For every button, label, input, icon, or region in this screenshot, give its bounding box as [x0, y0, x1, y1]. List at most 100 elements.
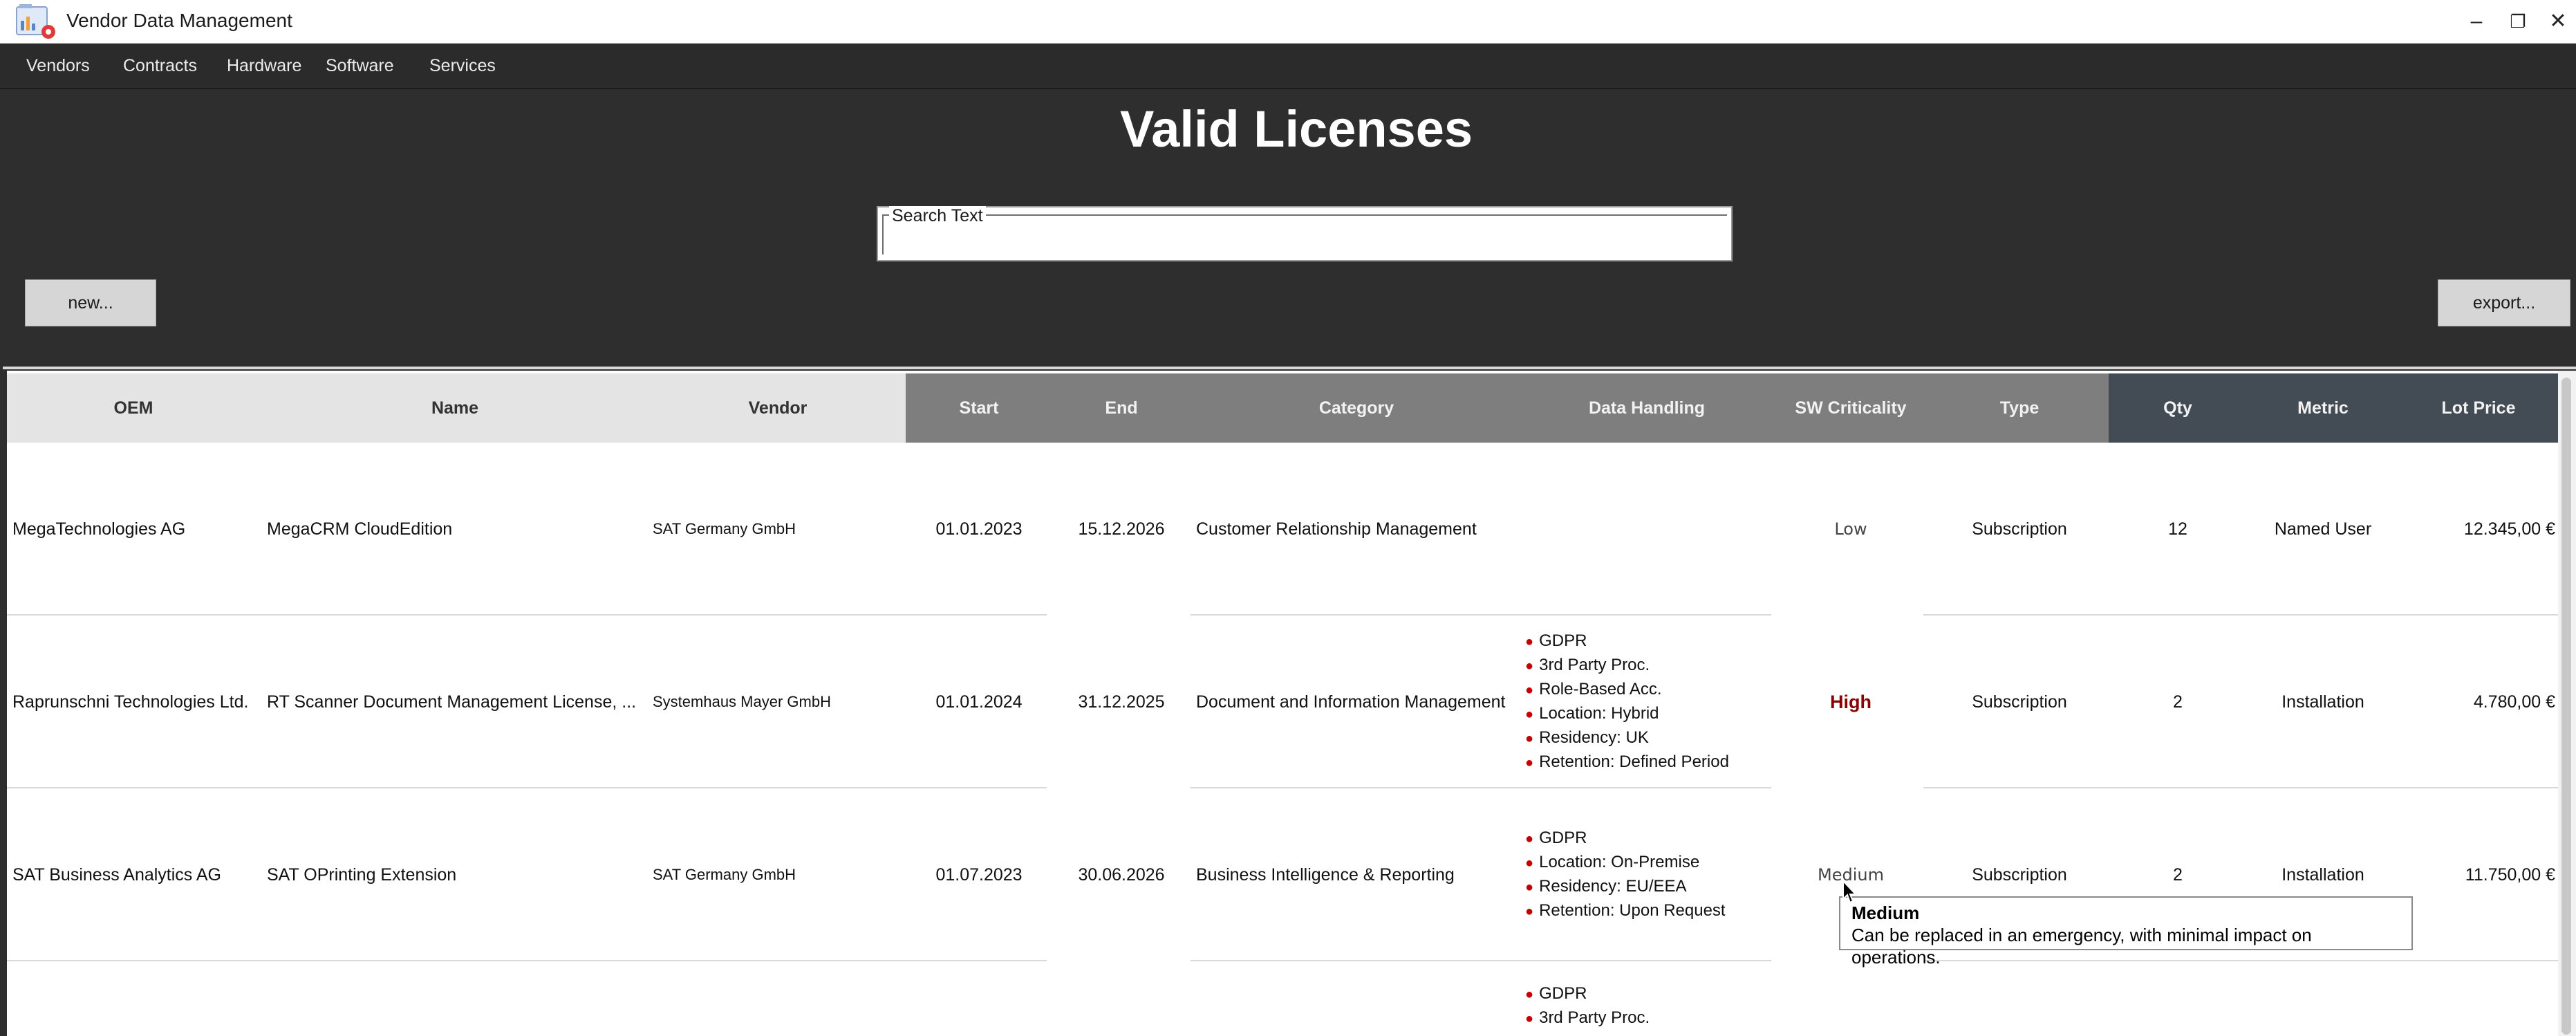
- search-frame-line: [882, 214, 1727, 216]
- bullet-icon: ●: [1525, 855, 1534, 871]
- cell-end: 30.06.2026: [1078, 864, 1165, 885]
- menu-item-software[interactable]: Software: [326, 44, 394, 88]
- cell-end: 31.12.2025: [1078, 692, 1165, 712]
- bullet-icon: ●: [1525, 831, 1534, 847]
- column-header-vendor[interactable]: Vendor: [650, 373, 906, 443]
- bullet-icon: ●: [1525, 904, 1534, 919]
- cell-vendor: SAT Germany GmbH: [653, 520, 796, 537]
- column-header-start[interactable]: Start: [906, 373, 1052, 443]
- bullet-icon: ●: [1525, 707, 1534, 722]
- cell-category: Customer Relationship Management: [1196, 519, 1477, 539]
- bullet-icon: ●: [1525, 634, 1534, 649]
- minimize-button[interactable]: –: [2456, 6, 2497, 37]
- data-handling-list: ● GDPR ● Location: On-Premise ● Residency: …: [1525, 826, 1726, 923]
- search-input[interactable]: Search Text: [877, 206, 1733, 261]
- data-handling-list: ● GDPR ● 3rd Party Proc. ● Role-Based Acc. …: [1525, 629, 1729, 775]
- mouse-cursor-icon: [1842, 880, 1858, 904]
- cell-name: RT Scanner Document Management License, …: [267, 692, 637, 712]
- data-handling-item: ● Residency: UK: [1525, 728, 1649, 747]
- cell-data-handling: [1525, 443, 1771, 616]
- cell-metric: Named User: [2274, 519, 2372, 539]
- tooltip-title: Medium: [1851, 903, 1920, 923]
- table-row[interactable]: MegaTechnologies AG MegaCRM CloudEdition…: [7, 443, 2558, 616]
- cell-start: 01.01.2023: [935, 519, 1023, 539]
- cell-oem: MegaTechnologies AG: [12, 519, 186, 539]
- bullet-icon: ●: [1525, 880, 1534, 895]
- cell-category: Business Intelligence & Reporting: [1196, 864, 1455, 885]
- cell-oem: Raprunschni Technologies Ltd.: [12, 692, 249, 712]
- column-header-name[interactable]: Name: [260, 373, 650, 443]
- table-row[interactable]: ● GDPR ● 3rd Party Proc.: [7, 961, 2558, 1036]
- cell-name: MegaCRM CloudEdition: [267, 519, 453, 539]
- data-handling-item: ● Retention: Upon Request: [1525, 901, 1726, 920]
- search-label: Search Text: [889, 206, 986, 226]
- cell-vendor: Systemhaus Mayer GmbH: [653, 693, 831, 710]
- cell-data-handling: ● GDPR ● 3rd Party Proc. ● Role-Based Acc. …: [1525, 616, 1771, 788]
- search-frame-line-left: [882, 214, 884, 255]
- menu-bar: Vendors Contracts Hardware Software Serv…: [0, 44, 2576, 89]
- cell-category: Document and Information Management: [1196, 692, 1506, 712]
- table-row[interactable]: Raprunschni Technologies Ltd. RT Scanner…: [7, 616, 2558, 788]
- cell-qty: 12: [2168, 519, 2187, 539]
- data-handling-item: ● GDPR: [1525, 829, 1587, 847]
- restore-button[interactable]: ❐: [2497, 6, 2539, 37]
- data-handling-item: ● Role-Based Acc.: [1525, 680, 1662, 699]
- column-header-oem[interactable]: OEM: [7, 373, 260, 443]
- menu-item-services[interactable]: Services: [429, 44, 496, 88]
- menu-item-vendors[interactable]: Vendors: [26, 44, 90, 88]
- bullet-icon: ●: [1525, 755, 1534, 770]
- tooltip-body: Can be replaced in an emergency, with mi…: [1851, 925, 2312, 968]
- column-header-end[interactable]: End: [1052, 373, 1191, 443]
- window-titlebar: Vendor Data Management – ❐ ✕: [0, 0, 2576, 44]
- data-handling-item: ● Location: Hybrid: [1525, 704, 1659, 723]
- page-title: Valid Licenses: [1119, 100, 1473, 158]
- cell-lot-price: 12.345,00 €: [2463, 519, 2555, 539]
- cell-start: 01.01.2024: [935, 692, 1023, 712]
- cell-start: 01.07.2023: [935, 864, 1023, 885]
- new-button[interactable]: new...: [25, 279, 156, 326]
- column-header-qty[interactable]: Qty: [2109, 373, 2247, 443]
- bullet-icon: ●: [1525, 683, 1534, 698]
- app-icon: [16, 4, 55, 39]
- criticality-badge: High: [1830, 691, 1872, 712]
- cell-oem: SAT Business Analytics AG: [12, 864, 221, 885]
- window-title: Vendor Data Management: [66, 10, 292, 31]
- cell-criticality: High: [1771, 616, 1930, 788]
- column-header-category[interactable]: Category: [1191, 373, 1522, 443]
- column-header-lot-price[interactable]: Lot Price: [2399, 373, 2558, 443]
- cell-end: 15.12.2026: [1078, 519, 1165, 539]
- criticality-badge: Low: [1834, 519, 1867, 539]
- data-handling-item: ● GDPR: [1525, 984, 1587, 1003]
- column-header-metric[interactable]: Metric: [2247, 373, 2399, 443]
- menu-item-contracts[interactable]: Contracts: [123, 44, 197, 88]
- menu-item-hardware[interactable]: Hardware: [227, 44, 301, 88]
- column-header-data-handling[interactable]: Data Handling: [1522, 373, 1771, 443]
- cell-metric: Installation: [2281, 692, 2364, 712]
- bullet-icon: ●: [1525, 731, 1534, 746]
- cell-type: Subscription: [1972, 692, 2067, 712]
- close-button[interactable]: ✕: [2537, 6, 2576, 37]
- scrollbar-thumb[interactable]: [2561, 378, 2571, 1035]
- cell-type: Subscription: [1972, 519, 2067, 539]
- cell-data-handling: ● GDPR ● Location: On-Premise ● Residency: …: [1525, 788, 1771, 961]
- cell-lot-price: 4.780,00 €: [2473, 692, 2555, 712]
- column-header-type[interactable]: Type: [1930, 373, 2109, 443]
- data-handling-item: ● Location: On-Premise: [1525, 853, 1700, 871]
- data-handling-item: ● Residency: EU/EEA: [1525, 877, 1687, 896]
- criticality-tooltip: Medium Can be replaced in an emergency, …: [1839, 896, 2413, 968]
- cell-vendor: SAT Germany GmbH: [653, 866, 796, 883]
- data-handling-item: ● Retention: Defined Period: [1525, 752, 1729, 771]
- cell-data-handling: ● GDPR ● 3rd Party Proc.: [1525, 982, 1771, 1030]
- export-button[interactable]: export...: [2438, 279, 2570, 326]
- column-header-sw-criticality[interactable]: SW Criticality: [1771, 373, 1930, 443]
- cell-name: SAT OPrinting Extension: [267, 864, 457, 885]
- data-handling-item: ● 3rd Party Proc.: [1525, 1008, 1650, 1027]
- bullet-icon: ●: [1525, 658, 1534, 674]
- table-header: OEM Name Vendor Start End Category Data …: [7, 373, 2558, 443]
- cell-qty: 2: [2173, 692, 2183, 712]
- data-handling-item: ● GDPR: [1525, 631, 1587, 650]
- bullet-icon: ●: [1525, 1011, 1534, 1026]
- cell-lot-price: 11.750,00 €: [2465, 864, 2555, 885]
- data-handling-list: ● GDPR ● 3rd Party Proc.: [1525, 982, 1771, 1030]
- bullet-icon: ●: [1525, 987, 1534, 1002]
